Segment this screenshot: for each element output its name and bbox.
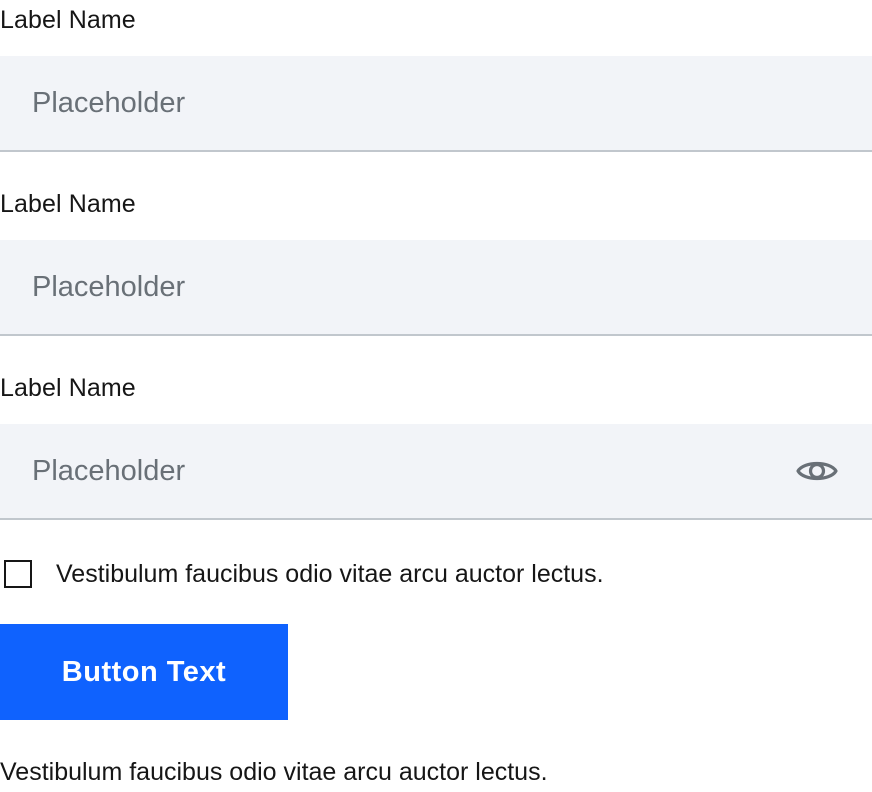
field-1-input[interactable] <box>0 56 872 150</box>
field-2-input[interactable] <box>0 240 872 334</box>
field-2-container <box>0 240 872 336</box>
field-1-container <box>0 56 872 152</box>
terms-checkbox-label: Vestibulum faucibus odio vitae arcu auct… <box>56 559 604 588</box>
submit-button[interactable]: Button Text <box>0 624 288 720</box>
field-3-label: Label Name <box>0 374 136 402</box>
password-input[interactable] <box>0 424 872 518</box>
eye-icon[interactable] <box>796 457 838 485</box>
terms-checkbox[interactable] <box>4 560 32 588</box>
footnote-text: Vestibulum faucibus odio vitae arcu auct… <box>0 758 548 786</box>
field-1-label: Label Name <box>0 6 136 34</box>
field-2-label: Label Name <box>0 190 136 218</box>
terms-checkbox-row: Vestibulum faucibus odio vitae arcu auct… <box>4 556 604 592</box>
password-field-container <box>0 424 872 520</box>
